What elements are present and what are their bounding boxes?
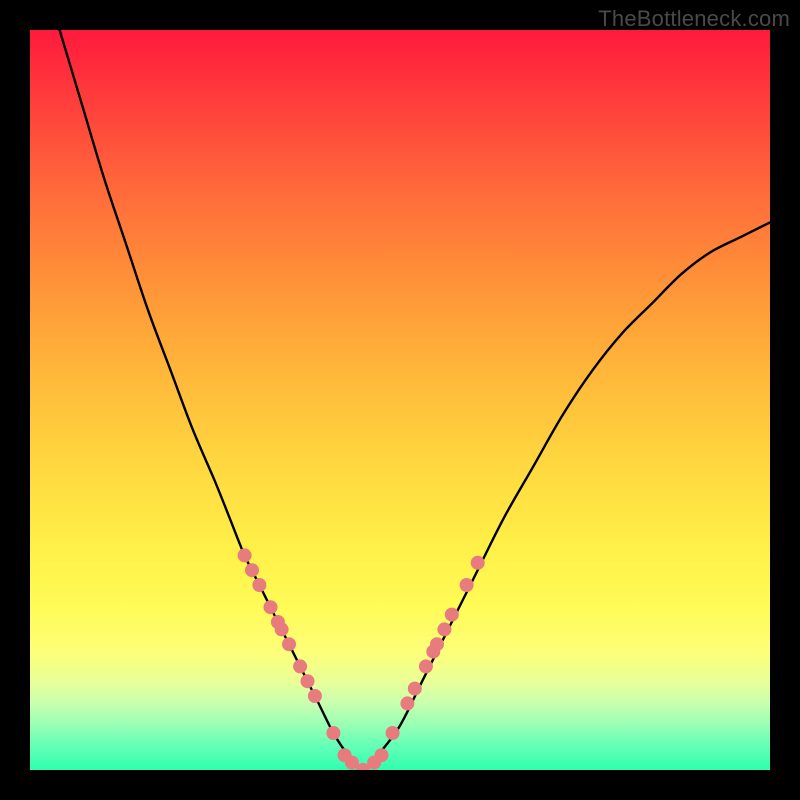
highlight-dot: [293, 659, 307, 673]
highlight-dot: [460, 578, 474, 592]
highlight-dot: [301, 674, 315, 688]
highlight-dot: [419, 659, 433, 673]
highlight-dot: [275, 622, 289, 636]
highlight-dot: [308, 689, 322, 703]
highlight-dot: [282, 637, 296, 651]
highlight-dot: [400, 696, 414, 710]
highlight-dot: [245, 563, 259, 577]
attribution-label: TheBottleneck.com: [598, 6, 790, 32]
curve-svg: [30, 30, 770, 770]
highlight-dot: [445, 608, 459, 622]
highlight-dot: [408, 682, 422, 696]
highlight-dot: [386, 726, 400, 740]
highlight-dot: [264, 600, 278, 614]
highlight-dot: [471, 556, 485, 570]
highlight-dot: [375, 748, 389, 762]
bottleneck-curve: [60, 30, 770, 770]
highlight-dot: [238, 548, 252, 562]
plot-area: [30, 30, 770, 770]
highlight-dot: [252, 578, 266, 592]
chart-container: TheBottleneck.com: [0, 0, 800, 800]
highlight-dot: [437, 622, 451, 636]
highlight-dots-group: [238, 548, 485, 770]
highlight-dot: [326, 726, 340, 740]
highlight-dot: [430, 637, 444, 651]
